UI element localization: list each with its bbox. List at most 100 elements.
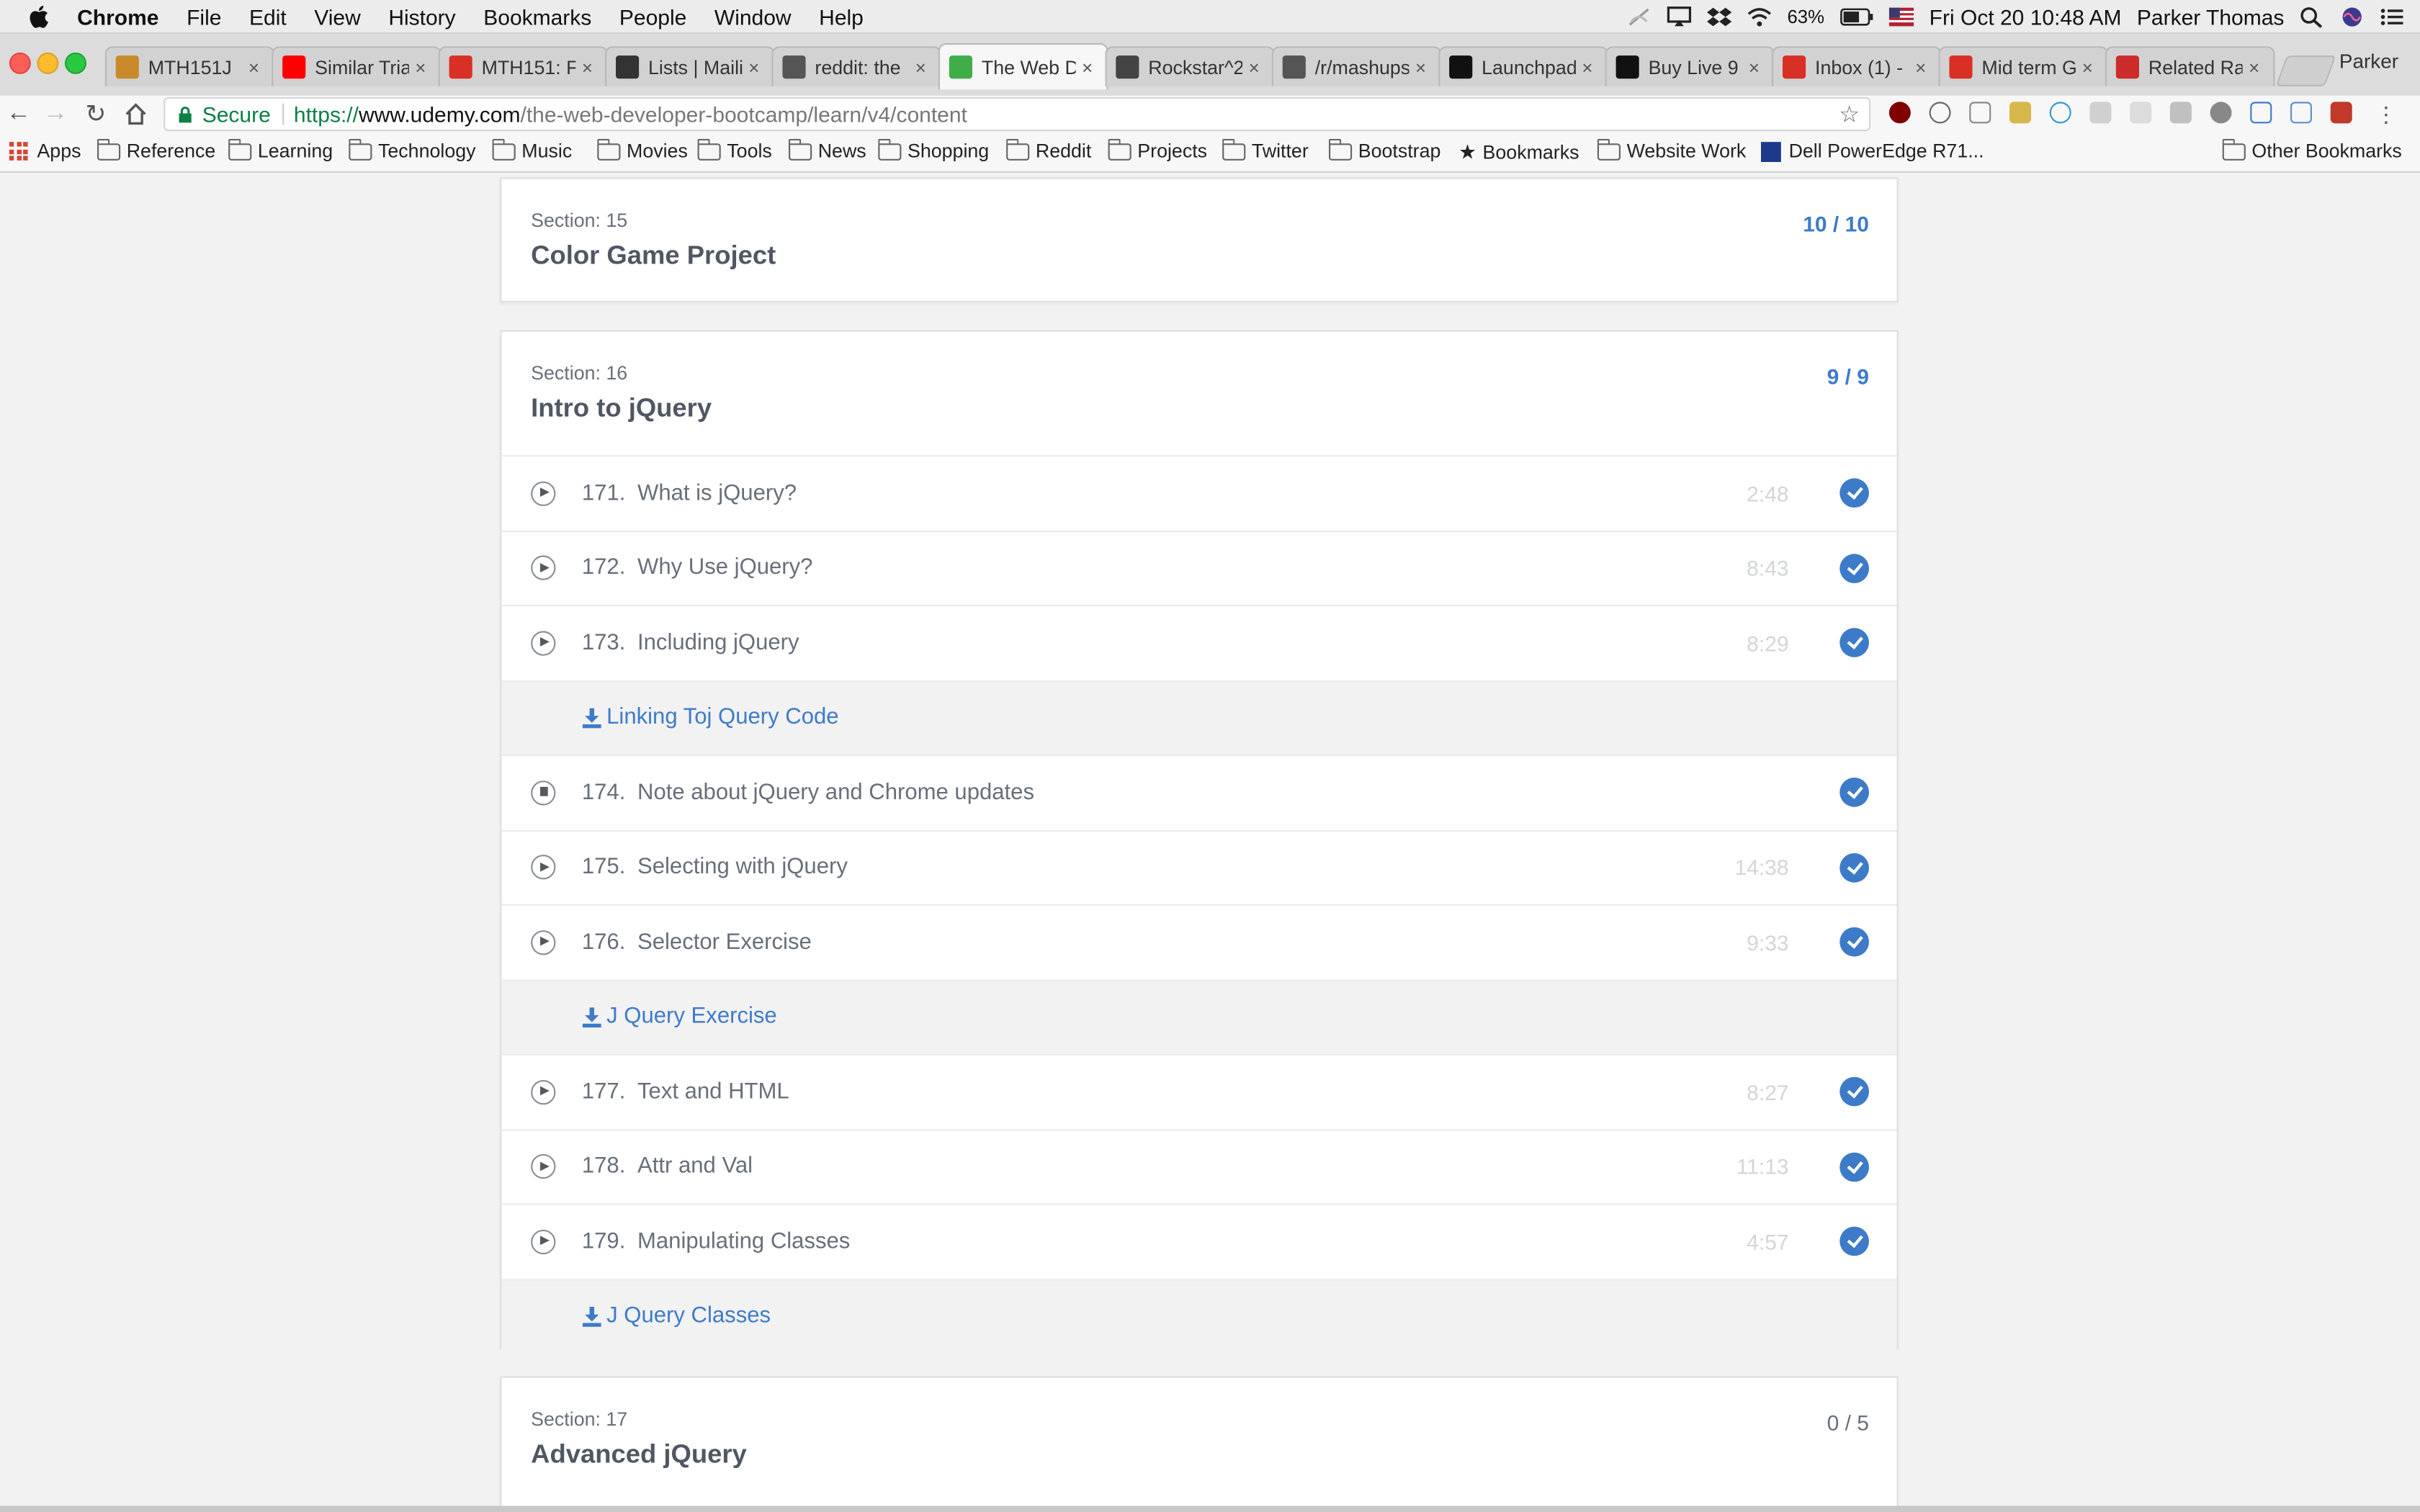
extension-hex-icon[interactable] xyxy=(2049,102,2071,124)
siri-icon[interactable] xyxy=(2340,6,2365,27)
lecture-row[interactable]: 175. Selecting with jQuery 14:38 xyxy=(501,829,1897,904)
browser-tab[interactable]: The Web D × xyxy=(938,43,1108,90)
lecture-row[interactable]: 174. Note about jQuery and Chrome updates xyxy=(501,754,1897,829)
tab-close-icon[interactable]: × xyxy=(748,56,763,78)
browser-tab[interactable]: /r/mashups × xyxy=(1271,46,1442,86)
us-flag-icon[interactable] xyxy=(1888,6,1914,27)
lecture-title[interactable]: Including jQuery xyxy=(637,631,799,655)
completed-check-icon[interactable] xyxy=(1839,628,1869,658)
completed-check-icon[interactable] xyxy=(1839,1227,1869,1256)
lecture-title[interactable]: Note about jQuery and Chrome updates xyxy=(637,780,1034,805)
bookmark-folder[interactable]: Shopping xyxy=(878,138,989,162)
browser-tab[interactable]: Mid term G × xyxy=(1938,46,2109,86)
wifi-off-icon[interactable] xyxy=(1627,6,1652,27)
completed-check-icon[interactable] xyxy=(1839,553,1869,583)
tab-close-icon[interactable]: × xyxy=(1082,56,1097,78)
bookmark-folder[interactable]: News xyxy=(789,138,866,162)
browser-tab[interactable]: reddit: the × xyxy=(771,46,942,86)
lecture-title[interactable]: Selector Exercise xyxy=(637,930,812,955)
extension-doc-icon[interactable] xyxy=(2290,102,2312,124)
bookmark-folder[interactable]: Twitter xyxy=(1222,138,1309,162)
completed-check-icon[interactable] xyxy=(1839,852,1869,883)
lecture-title[interactable]: Selecting with jQuery xyxy=(637,855,848,880)
bookmark-folder[interactable]: Bootstrap xyxy=(1329,138,1440,162)
tab-close-icon[interactable]: × xyxy=(582,56,597,78)
tab-close-icon[interactable]: × xyxy=(248,56,264,78)
section-header[interactable]: Section: 17 Advanced jQuery 0 / 5 xyxy=(501,1378,1896,1501)
browser-tab[interactable]: Buy Live 9 × xyxy=(1605,46,1775,86)
horizontal-scrollbar[interactable] xyxy=(0,1506,2420,1512)
menu-app-name[interactable]: Chrome xyxy=(77,4,158,28)
lecture-row[interactable]: 176. Selector Exercise 9:33 xyxy=(501,904,1897,979)
extension-lastpass-icon[interactable] xyxy=(1969,102,1991,124)
tab-close-icon[interactable]: × xyxy=(1249,56,1264,78)
play-icon[interactable] xyxy=(531,930,556,955)
apple-logo-icon[interactable] xyxy=(28,4,50,28)
completed-check-icon[interactable] xyxy=(1839,927,1869,958)
bookmark-folder[interactable]: Reference xyxy=(97,138,215,162)
menu-edit[interactable]: Edit xyxy=(249,4,287,28)
article-icon[interactable] xyxy=(531,780,556,806)
extension-badge-54-icon[interactable] xyxy=(2009,102,2031,124)
extension-ublock-icon[interactable] xyxy=(1888,102,1911,124)
notification-center-icon[interactable] xyxy=(2380,6,2404,27)
resource-download-link[interactable]: J Query Exercise xyxy=(606,1005,777,1030)
address-bar[interactable]: Secure https://www.udemy.com/the-web-dev… xyxy=(163,97,1871,132)
play-icon[interactable] xyxy=(531,1079,556,1104)
extension-chat-icon[interactable] xyxy=(2130,102,2152,124)
section-card-15[interactable]: Section: 15 Color Game Project 10 / 10 xyxy=(500,177,1899,302)
clock[interactable]: Fri Oct 20 10:48 AM xyxy=(1930,4,2122,28)
secure-label[interactable]: Secure xyxy=(202,102,271,126)
bookmark-starred[interactable]: ★ Bookmarks xyxy=(1458,140,1579,165)
section-card-17[interactable]: Section: 17 Advanced jQuery 0 / 5 xyxy=(500,1376,1900,1512)
window-minimize-button[interactable] xyxy=(37,52,59,74)
menu-history[interactable]: History xyxy=(388,4,455,28)
reload-icon[interactable]: ↻ xyxy=(80,99,111,130)
bookmark-folder[interactable]: Technology xyxy=(349,138,476,162)
bookmark-star-icon[interactable]: ☆ xyxy=(1839,100,1860,127)
bookmark-folder[interactable]: Projects xyxy=(1108,138,1207,162)
lecture-row[interactable]: 179. Manipulating Classes 4:57 xyxy=(501,1203,1897,1278)
browser-tab[interactable]: Similar Tria × xyxy=(272,46,442,86)
tab-close-icon[interactable]: × xyxy=(415,56,430,78)
download-icon[interactable] xyxy=(582,1007,602,1027)
menu-view[interactable]: View xyxy=(314,4,360,28)
play-icon[interactable] xyxy=(531,855,556,880)
tab-close-icon[interactable]: × xyxy=(1415,56,1430,78)
bookmark-apps[interactable]: Apps xyxy=(9,140,81,162)
bookmark-website-work[interactable]: Website Work xyxy=(1597,138,1746,162)
menu-file[interactable]: File xyxy=(187,4,221,28)
browser-tab[interactable]: MTH151: F × xyxy=(438,46,609,86)
dropbox-icon[interactable] xyxy=(1707,6,1732,27)
chrome-menu-icon[interactable]: ⋮ xyxy=(2370,99,2401,130)
browser-tab[interactable]: Launchpad × xyxy=(1438,46,1608,86)
extension-window-icon[interactable] xyxy=(2250,102,2272,124)
section-header[interactable]: Section: 15 Color Game Project 10 / 10 xyxy=(501,179,1896,302)
forward-arrow-icon[interactable]: → xyxy=(40,99,71,130)
lecture-row[interactable]: 173. Including jQuery 8:29 xyxy=(501,605,1897,680)
download-icon[interactable] xyxy=(582,708,602,728)
bookmark-dell[interactable]: Dell PowerEdge R71... xyxy=(1761,140,1984,162)
tab-close-icon[interactable]: × xyxy=(2249,56,2264,78)
back-arrow-icon[interactable]: ← xyxy=(3,99,34,130)
new-tab-button[interactable] xyxy=(2275,55,2336,86)
play-icon[interactable] xyxy=(531,481,556,506)
window-zoom-button[interactable] xyxy=(65,52,86,74)
home-icon[interactable] xyxy=(120,99,151,130)
lecture-title[interactable]: Why Use jQuery? xyxy=(637,556,812,580)
lecture-row[interactable]: 177. Text and HTML 8:27 xyxy=(501,1053,1897,1129)
extension-circle-icon[interactable] xyxy=(2210,102,2232,124)
tab-close-icon[interactable]: × xyxy=(915,56,931,78)
resource-download-link[interactable]: J Query Classes xyxy=(606,1304,771,1328)
tab-close-icon[interactable]: × xyxy=(2082,56,2097,78)
browser-tab[interactable]: MTH151J × xyxy=(104,46,275,86)
profile-button[interactable]: Parker xyxy=(2339,50,2398,73)
play-icon[interactable] xyxy=(531,1154,556,1179)
spotlight-search-icon[interactable] xyxy=(2300,6,2324,27)
lecture-title[interactable]: What is jQuery? xyxy=(637,481,797,505)
tab-close-icon[interactable]: × xyxy=(1749,56,1764,78)
play-icon[interactable] xyxy=(531,1229,556,1254)
extension-m-icon[interactable] xyxy=(2330,102,2352,124)
battery-icon[interactable] xyxy=(1839,6,1873,27)
tab-close-icon[interactable]: × xyxy=(1582,56,1597,78)
